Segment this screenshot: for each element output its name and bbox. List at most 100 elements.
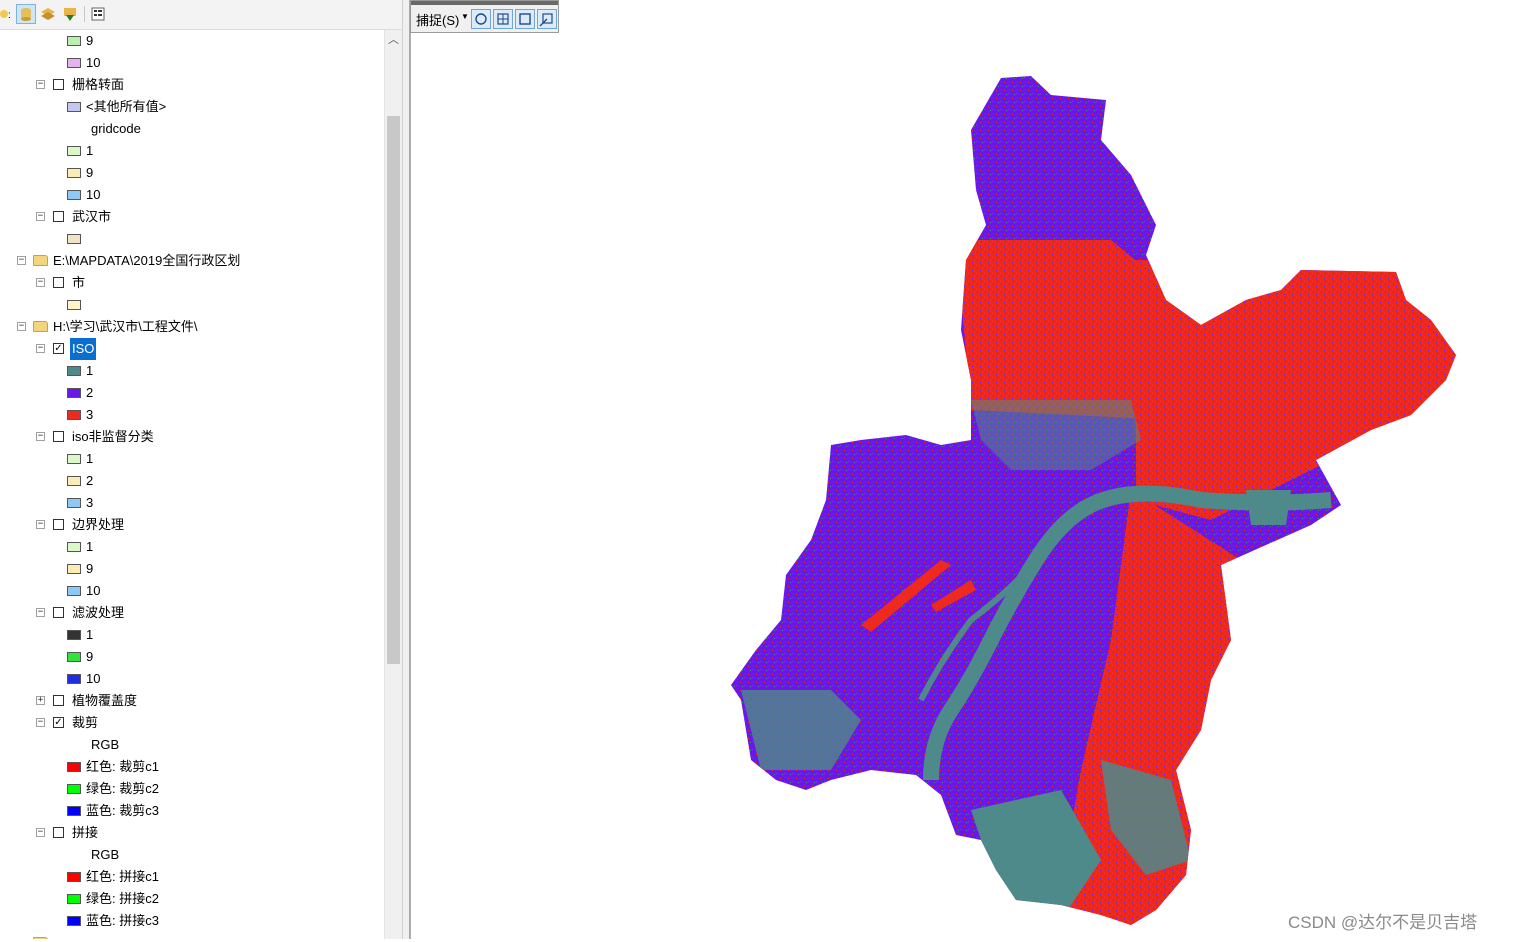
toolbar-titlebar[interactable] [411, 1, 558, 5]
list-by-source-icon[interactable] [16, 4, 36, 24]
vertex-snap-icon[interactable] [493, 9, 513, 29]
layer-name[interactable]: 边界处理 [72, 514, 124, 536]
legend-label: 蓝色: 拼接c3 [86, 913, 159, 928]
legend-swatch [67, 388, 81, 398]
toc-toolbar: : [0, 0, 405, 30]
layer-visibility-checkbox[interactable] [53, 431, 64, 442]
collapse-icon[interactable]: − [36, 432, 45, 441]
legend-label: 10 [86, 671, 101, 686]
layer-name-selected[interactable]: ISO [70, 338, 97, 360]
legend-swatch [67, 762, 81, 772]
legend-label: 绿色: 裁剪c2 [86, 781, 159, 796]
layer-visibility-checkbox-checked[interactable]: ✓ [53, 717, 64, 728]
legend-label: 红色: 拼接c1 [86, 869, 159, 884]
options-icon[interactable] [88, 4, 108, 24]
legend-label: 9 [86, 561, 94, 576]
wuhan-raster [731, 76, 1456, 925]
legend-swatch [67, 894, 81, 904]
legend-swatch [67, 58, 81, 68]
collapse-icon[interactable]: − [36, 520, 45, 529]
layer-visibility-checkbox[interactable] [53, 827, 64, 838]
legend-swatch [67, 146, 81, 156]
toc-scrollbar[interactable]: ︿ [384, 30, 402, 939]
legend-label: 红色: 裁剪c1 [86, 759, 159, 774]
legend-swatch [67, 542, 81, 552]
layer-visibility-checkbox-checked[interactable]: ✓ [53, 343, 64, 354]
collapse-icon[interactable]: − [36, 212, 45, 221]
map-view[interactable] [410, 0, 1515, 939]
legend-label: 9 [86, 649, 94, 664]
layer-visibility-checkbox[interactable] [53, 211, 64, 222]
layer-name[interactable]: 裁剪 [72, 712, 98, 734]
folder-icon [33, 321, 48, 332]
legend-swatch [67, 806, 81, 816]
layer-name[interactable]: 武汉市 [72, 206, 111, 228]
legend-swatch [67, 190, 81, 200]
point-snap-icon[interactable] [471, 9, 491, 29]
legend-label: 2 [86, 473, 94, 488]
end-snap-icon[interactable] [537, 9, 557, 29]
legend-swatch [67, 916, 81, 926]
layer-visibility-checkbox[interactable] [53, 79, 64, 90]
snapping-menu[interactable]: 捕捉(S) [416, 10, 459, 29]
collapse-icon[interactable]: − [36, 80, 45, 89]
layer-visibility-checkbox[interactable] [53, 277, 64, 288]
caret-down-icon[interactable]: ▼ [461, 12, 469, 21]
legend-swatch [67, 366, 81, 376]
collapse-icon[interactable]: − [36, 344, 45, 353]
collapse-icon[interactable]: − [36, 278, 45, 287]
classified-raster-map [731, 76, 1456, 925]
legend-label: 10 [86, 187, 101, 202]
legend-label: 绿色: 拼接c2 [86, 891, 159, 906]
layer-name[interactable]: 市 [72, 272, 85, 294]
collapse-icon[interactable]: − [17, 322, 26, 331]
snapping-toolbar: 捕捉(S) ▼ [410, 0, 559, 33]
legend-label: 10 [86, 583, 101, 598]
collapse-icon[interactable]: − [36, 608, 45, 617]
expand-icon[interactable]: + [36, 696, 45, 705]
edge-snap-icon[interactable] [515, 9, 535, 29]
data-source-path[interactable]: H:\学习\武汉市\工程文件\ [53, 316, 197, 338]
legend-label: 2 [86, 385, 94, 400]
legend-swatch [67, 498, 81, 508]
legend-swatch [67, 564, 81, 574]
legend-swatch [67, 300, 81, 310]
legend-swatch [67, 234, 81, 244]
folder-icon [33, 255, 48, 266]
scrollbar-thumb[interactable] [387, 116, 400, 664]
list-by-visibility-icon[interactable] [38, 4, 58, 24]
layer-name[interactable]: 植物覆盖度 [72, 690, 137, 712]
legend-swatch [67, 784, 81, 794]
layer-name[interactable]: iso非监督分类 [72, 426, 154, 448]
layer-visibility-checkbox[interactable] [53, 695, 64, 706]
legend-swatch [67, 674, 81, 684]
list-by-drawing-order-icon[interactable]: : [0, 4, 16, 24]
legend-label: <其他所有值> [86, 99, 167, 114]
data-source-path[interactable]: E:\MAPDATA\2019全国行政区划 [53, 250, 240, 272]
legend-label: 1 [86, 451, 94, 466]
legend-swatch [67, 872, 81, 882]
legend-swatch [67, 168, 81, 178]
layer-name[interactable]: 栅格转面 [72, 74, 124, 96]
scroll-up-icon[interactable]: ︿ [385, 32, 402, 48]
panel-splitter[interactable] [402, 0, 410, 939]
legend-swatch [67, 476, 81, 486]
legend-label: 1 [86, 627, 94, 642]
legend-label: 1 [86, 539, 94, 554]
legend-field-name: RGB [91, 737, 120, 752]
legend-swatch [67, 652, 81, 662]
collapse-icon[interactable]: − [36, 828, 45, 837]
legend-swatch [67, 410, 81, 420]
legend-swatch [67, 454, 81, 464]
layer-visibility-checkbox[interactable] [53, 519, 64, 530]
legend-label: 3 [86, 407, 94, 422]
collapse-icon[interactable]: − [36, 718, 45, 727]
collapse-icon[interactable]: − [17, 256, 26, 265]
layer-name[interactable]: 拼接 [72, 822, 98, 844]
layer-name[interactable]: 滤波处理 [72, 602, 124, 624]
layer-visibility-checkbox[interactable] [53, 607, 64, 618]
legend-label: 10 [86, 55, 101, 70]
legend-label: 1 [86, 363, 94, 378]
list-by-selection-icon[interactable] [60, 4, 80, 24]
legend-label: 9 [86, 165, 94, 180]
